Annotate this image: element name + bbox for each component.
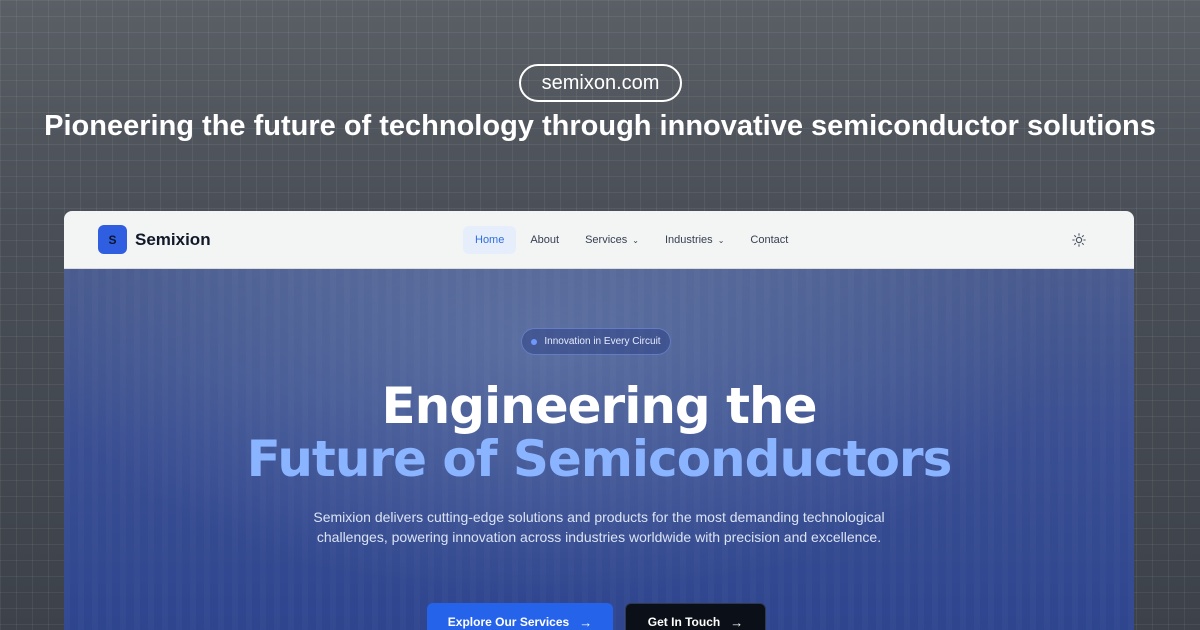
nav-about[interactable]: About [518, 226, 571, 254]
nav-industries-label: Industries [664, 234, 713, 246]
hero-headline-line2: Future of Semiconductors [246, 430, 953, 488]
nav-about-label: About [530, 234, 560, 246]
logo-icon[interactable]: S [98, 225, 127, 254]
badge-label: Innovation in Every Circuit [544, 336, 661, 347]
hero-badge: Innovation in Every Circuit [521, 328, 671, 355]
get-in-touch-button[interactable]: Get In Touch → [625, 603, 766, 630]
sun-icon[interactable] [1072, 233, 1086, 247]
tagline: Pioneering the future of technology thro… [44, 110, 1156, 142]
nav-industries[interactable]: Industries ⌄ [653, 226, 736, 254]
nav-home[interactable]: Home [463, 226, 517, 254]
nav-contact-label: Contact [750, 234, 789, 246]
nav-links: Home About Services ⌄ Industries ⌄ Conta… [463, 226, 802, 254]
hero-section: Innovation in Every Circuit Engineering … [64, 269, 1134, 630]
badge-dot-icon [531, 338, 538, 345]
chevron-down-icon: ⌄ [717, 235, 725, 245]
nav-services-label: Services [585, 234, 628, 246]
get-in-touch-label: Get In Touch [647, 615, 721, 629]
navbar: S Semixion Home About Services ⌄ Industr… [64, 211, 1134, 269]
brand-name[interactable]: Semixion [135, 230, 211, 250]
explore-services-label: Explore Our Services [447, 615, 570, 629]
hero-description: Semixion delivers cutting-edge solutions… [313, 509, 885, 545]
nav-home-label: Home [475, 234, 505, 246]
hero-headline-line1: Engineering the [381, 377, 817, 435]
arrow-right-icon: → [730, 614, 744, 630]
chevron-down-icon: ⌄ [632, 235, 639, 245]
explore-services-button[interactable]: Explore Our Services → [427, 603, 613, 630]
nav-contact[interactable]: Contact [738, 226, 800, 254]
domain-pill: semixon.com [519, 64, 682, 102]
website-preview: S Semixion Home About Services ⌄ Industr… [64, 211, 1134, 630]
nav-services[interactable]: Services ⌄ [573, 226, 651, 254]
arrow-right-icon: → [579, 614, 593, 630]
